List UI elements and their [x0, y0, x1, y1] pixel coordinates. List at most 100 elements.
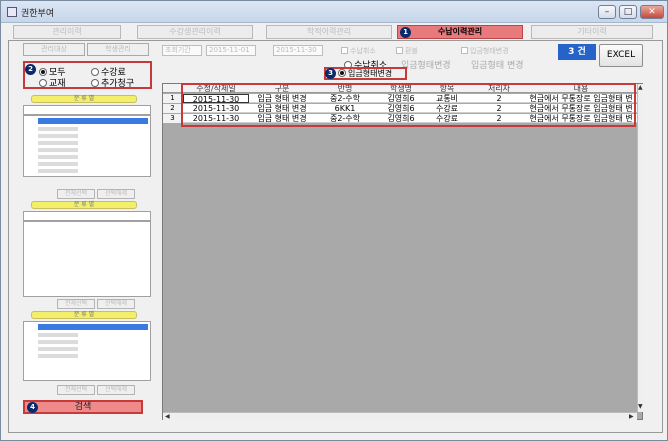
list-item[interactable]	[38, 127, 78, 131]
cell-handler[interactable]: 2	[473, 104, 525, 113]
cell-student[interactable]: 김영희6	[377, 94, 425, 103]
section-header-1: 분 류 별	[31, 95, 137, 103]
col-header-student[interactable]: 학생명	[377, 84, 425, 93]
close-button[interactable]: ✕	[640, 5, 664, 19]
callout-badge-4: 4	[27, 402, 38, 413]
callout-badge-1: 1	[400, 27, 411, 38]
list-item[interactable]	[38, 162, 78, 166]
list-item[interactable]	[38, 347, 78, 351]
row-number: 1	[163, 94, 183, 103]
cell-handler[interactable]: 2	[473, 114, 525, 123]
title-bar: 권한부여 – □ ✕	[1, 1, 667, 23]
tab-academic-history[interactable]: 학적이력관리	[266, 25, 392, 39]
option-payment-type-change[interactable]: 3 입금형태변경	[324, 67, 407, 80]
option-change[interactable]: 입금형태변경	[401, 58, 451, 71]
checkbox[interactable]	[341, 47, 348, 54]
grid-header: 수정/삭제일 구분 반명 학생명 항목 처리자 내용	[163, 84, 637, 93]
radio-dot	[39, 79, 47, 87]
cell-class[interactable]: 6KK1	[315, 104, 375, 113]
tab-payment-history[interactable]: 1 수납이력관리	[397, 25, 523, 39]
filter-listbox-1a[interactable]	[23, 105, 151, 115]
list-item[interactable]	[38, 134, 78, 138]
cell-student[interactable]: 김영희6	[377, 104, 425, 113]
cell-class[interactable]: 중2-수학	[315, 114, 375, 123]
horizontal-scrollbar[interactable]: ◀ ▶	[163, 412, 637, 420]
table-row[interactable]: 2 2015-11-30 입금 형태 변경 6KK1 김영희6 수강료 2 현금…	[163, 104, 637, 113]
search-button[interactable]: 4 검색	[23, 400, 143, 414]
cell-type[interactable]: 입금 형태 변경	[251, 94, 313, 103]
col-header-handler[interactable]: 처리자	[473, 84, 525, 93]
select-all-button-3[interactable]: 전체선택	[57, 385, 95, 395]
subtab-label: 관리대상	[41, 45, 67, 53]
list-item[interactable]	[38, 340, 78, 344]
list-item-selected[interactable]	[38, 324, 148, 330]
scroll-left-icon[interactable]: ◀	[165, 414, 170, 420]
cell-content[interactable]: 현금에서 무통장로 입금형태 변	[525, 114, 637, 123]
checkbox[interactable]	[396, 47, 403, 54]
checkbox[interactable]	[461, 47, 468, 54]
cell-item[interactable]: 수강료	[425, 104, 469, 113]
subtab-target[interactable]: 관리대상	[23, 43, 85, 56]
date-from-field[interactable]: 2015-11-01	[206, 45, 256, 56]
col-header-date[interactable]: 수정/삭제일	[183, 84, 249, 93]
excel-export-button[interactable]: EXCEL	[599, 44, 643, 67]
history-grid[interactable]: 수정/삭제일 구분 반명 학생명 항목 처리자 내용 1 2015-11-30 …	[162, 83, 643, 420]
tab-label: 수강생관리이력	[169, 27, 221, 36]
cell-content[interactable]: 현금에서 무통장로 입금형태 변	[525, 94, 637, 103]
vertical-scrollbar[interactable]: ▲ ▼	[637, 84, 643, 412]
filter-listbox-1[interactable]	[23, 115, 151, 177]
radio-textbook[interactable]: 교재	[39, 76, 66, 89]
subtab-student[interactable]: 학생관리	[87, 43, 149, 56]
cell-type[interactable]: 입금 형태 변경	[251, 104, 313, 113]
cell-date[interactable]: 2015-11-30	[183, 94, 249, 103]
radio-extra-charge[interactable]: 추가청구	[91, 76, 134, 89]
deselect-button-1[interactable]: 선택해제	[97, 189, 135, 199]
filter-check-1[interactable]: 수납취소	[341, 46, 376, 56]
table-row[interactable]: 1 2015-11-30 입금 형태 변경 중2-수학 김영희6 교통비 2 현…	[163, 94, 637, 103]
deselect-button-2[interactable]: 선택해제	[97, 299, 135, 309]
maximize-button[interactable]: □	[619, 5, 637, 19]
tab-other-history[interactable]: 기타이력	[531, 25, 653, 39]
filter-check-3[interactable]: 입금형태변경	[461, 46, 509, 56]
date-to-field[interactable]: 2015-11-30	[273, 45, 323, 56]
list-item[interactable]	[38, 169, 78, 173]
option-label: 입금형태변경	[401, 61, 451, 71]
select-all-button-2[interactable]: 전체선택	[57, 299, 95, 309]
col-header-type[interactable]: 구분	[251, 84, 313, 93]
filter-listbox-3[interactable]	[23, 321, 151, 381]
scroll-down-icon[interactable]: ▼	[638, 404, 643, 410]
option-change-2[interactable]: 입금형태 변경	[471, 58, 524, 71]
cell-class[interactable]: 중2-수학	[315, 94, 375, 103]
col-header-content[interactable]: 내용	[525, 84, 637, 93]
tab-management-history[interactable]: 관리이력	[13, 25, 121, 39]
list-item[interactable]	[38, 141, 78, 145]
filter-listbox-2[interactable]	[23, 221, 151, 297]
tab-student-history[interactable]: 수강생관리이력	[137, 25, 253, 39]
scroll-up-icon[interactable]: ▲	[638, 85, 643, 91]
cell-student[interactable]: 김영희6	[377, 114, 425, 123]
cell-item[interactable]: 수강료	[425, 114, 469, 123]
subtab-label: 학생관리	[105, 45, 131, 53]
scroll-right-icon[interactable]: ▶	[629, 414, 634, 420]
minimize-button[interactable]: –	[598, 5, 616, 19]
select-all-button-1[interactable]: 전체선택	[57, 189, 95, 199]
list-item[interactable]	[38, 333, 78, 337]
col-header-item[interactable]: 항목	[425, 84, 469, 93]
list-item-selected[interactable]	[38, 118, 148, 124]
col-header-class[interactable]: 반명	[315, 84, 375, 93]
cell-date[interactable]: 2015-11-30	[183, 104, 249, 113]
cell-handler[interactable]: 2	[473, 94, 525, 103]
cell-date[interactable]: 2015-11-30	[183, 114, 249, 123]
list-item[interactable]	[38, 148, 78, 152]
option-label: 입금형태변경	[348, 69, 393, 78]
list-item[interactable]	[38, 354, 78, 358]
radio-dot	[39, 68, 47, 76]
cell-content[interactable]: 현금에서 무통장로 입금형태 변	[525, 104, 637, 113]
cell-item[interactable]: 교통비	[425, 94, 469, 103]
deselect-button-3[interactable]: 선택해제	[97, 385, 135, 395]
list-item[interactable]	[38, 155, 78, 159]
filter-check-2[interactable]: 환불	[396, 46, 418, 56]
filter-listbox-2a[interactable]	[23, 211, 151, 221]
cell-type[interactable]: 입금 형태 변경	[251, 114, 313, 123]
table-row[interactable]: 3 2015-11-30 입금 형태 변경 중2-수학 김영희6 수강료 2 현…	[163, 114, 637, 123]
